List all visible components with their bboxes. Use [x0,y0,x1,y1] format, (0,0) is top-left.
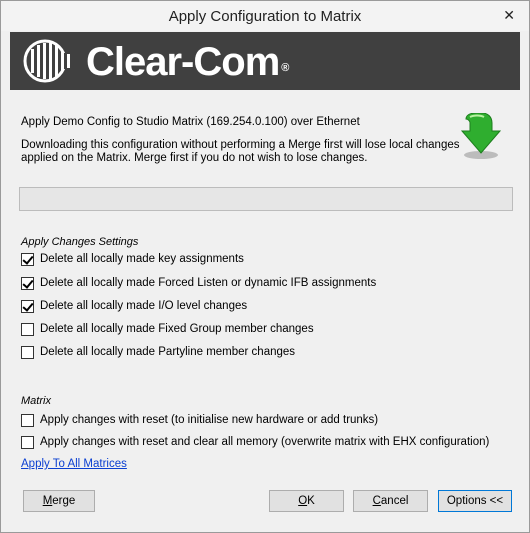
cancel-button[interactable]: Cancel [353,490,428,512]
ok-accel: O [298,495,308,507]
logo-text: Clear-Com [86,40,280,84]
apply-changes-heading: Apply Changes Settings [21,236,139,248]
ok-label: K [307,495,315,507]
checkbox[interactable] [21,413,34,427]
matrix-heading: Matrix [21,395,51,407]
apply-to-all-matrices-link[interactable]: Apply To All Matrices [21,458,127,470]
download-progress-bar [19,187,513,211]
warning-text-line1: Downloading this configuration without p… [21,139,460,151]
logo-wordmark: Clear-Com ® [86,40,289,84]
checkbox-label: Delete all locally made Forced Listen or… [40,277,377,289]
checkbox[interactable] [21,435,34,449]
checkbox-label: Delete all locally made key assignments [40,253,244,265]
brand-banner: Clear-Com ® [10,32,520,90]
checkbox[interactable] [21,345,34,359]
checkbox-label: Delete all locally made I/O level change… [40,300,248,312]
option-apply-with-reset[interactable]: Apply changes with reset (to initialise … [21,412,378,428]
merge-button[interactable]: Merge [23,490,95,512]
close-icon[interactable]: ✕ [503,7,515,24]
option-delete-io-level[interactable]: Delete all locally made I/O level change… [21,298,247,314]
title-bar[interactable]: Apply Configuration to Matrix ✕ [1,1,529,31]
options-button[interactable]: Options << [438,490,512,512]
window-title: Apply Configuration to Matrix [168,8,362,25]
option-delete-key-assignments[interactable]: Delete all locally made key assignments [21,251,244,267]
option-apply-reset-clear-memory[interactable]: Apply changes with reset and clear all m… [21,434,489,450]
checkbox-label: Delete all locally made Partyline member… [40,346,296,358]
apply-target-text: Apply Demo Config to Studio Matrix (169.… [21,116,360,128]
checkbox[interactable] [21,322,34,336]
checkbox[interactable] [21,276,34,290]
option-delete-forced-listen[interactable]: Delete all locally made Forced Listen or… [21,275,376,291]
merge-accel: M [42,495,53,507]
cancel-label: ancel [380,495,409,507]
cancel-accel: C [372,495,381,507]
checkbox-label: Delete all locally made Fixed Group memb… [40,323,314,335]
checkbox-label: Apply changes with reset (to initialise … [40,414,379,426]
warning-text-line2: applied on the Matrix. Merge first if yo… [21,152,368,164]
option-delete-partyline[interactable]: Delete all locally made Partyline member… [21,344,295,360]
ok-button[interactable]: OK [269,490,344,512]
clear-com-logo-icon [23,39,75,83]
checkbox[interactable] [21,299,34,313]
checkbox-label: Apply changes with reset and clear all m… [40,436,490,448]
dialog-window: Apply Configuration to Matrix ✕ Clear-Co… [0,0,530,533]
checkbox[interactable] [21,252,34,266]
merge-label: erge [52,495,76,507]
download-arrow-icon [460,113,502,159]
registered-mark: ® [281,62,289,74]
option-delete-fixed-group[interactable]: Delete all locally made Fixed Group memb… [21,321,314,337]
